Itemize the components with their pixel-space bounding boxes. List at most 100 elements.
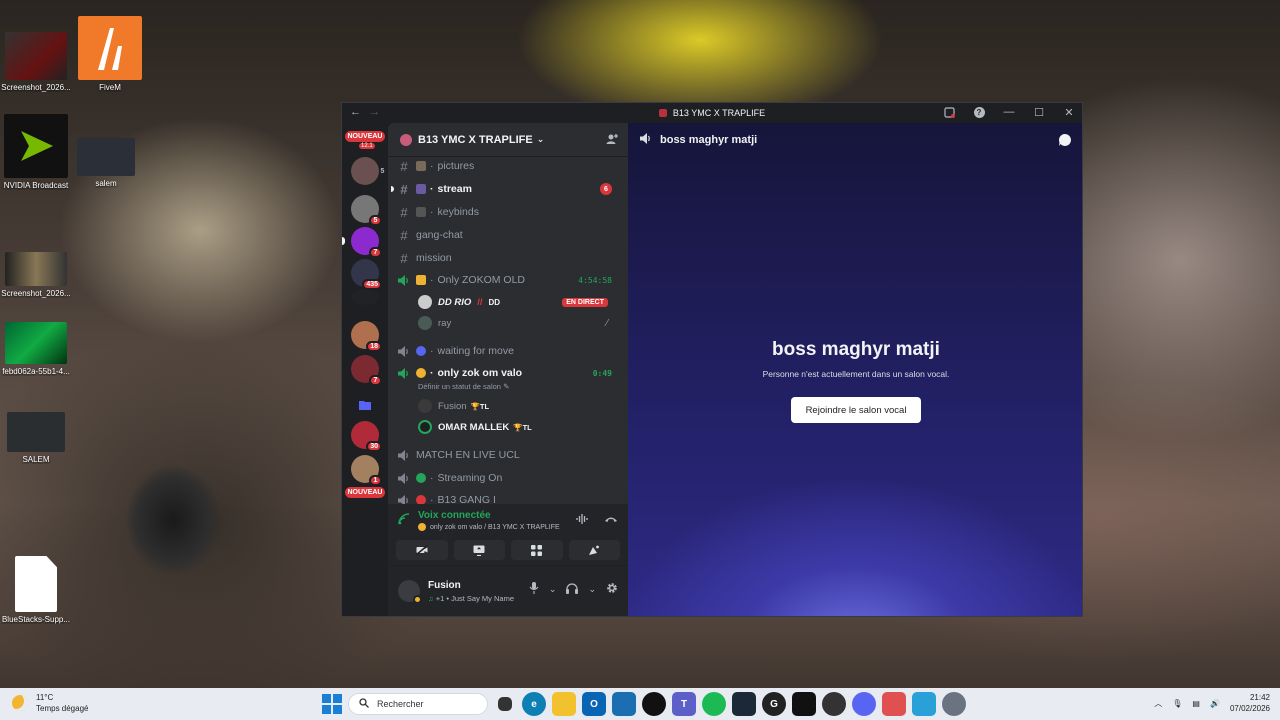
folder-icon[interactable] (351, 391, 379, 419)
new-badge-bottom: NOUVEAU (345, 487, 385, 498)
inbox-icon[interactable] (942, 105, 956, 119)
server-icon-1[interactable]: 5 (351, 157, 384, 185)
volume-icon[interactable]: 🔊 (1210, 699, 1220, 708)
nvidia-broadcast-icon[interactable] (792, 692, 816, 716)
voice-user-ray[interactable]: ray ⁄ (418, 314, 618, 332)
voice-connected-panel: Voix connectée only zok om valo / B13 YM… (388, 504, 628, 566)
voice-user-omar-mallek[interactable]: OMAR MALLEK 🏆TL (418, 418, 618, 436)
user-avatar[interactable] (398, 580, 422, 604)
maximize-button[interactable]: ☐ (1032, 105, 1046, 119)
forward-arrow-icon[interactable]: → (369, 106, 380, 118)
smile-emoji-icon (416, 368, 426, 378)
noise-suppression-icon[interactable] (576, 514, 590, 527)
join-voice-button[interactable]: Rejoindre le salon vocal (791, 397, 921, 423)
server-pill (342, 237, 345, 245)
steam-icon[interactable] (732, 692, 756, 716)
server-icon-9[interactable]: 1 (351, 455, 382, 486)
back-arrow-icon[interactable]: ← (350, 106, 361, 118)
server-icon-6[interactable]: 18 (351, 321, 382, 352)
clock[interactable]: 21:42 07/02/2026 (1230, 692, 1270, 714)
idle-status-indicator (413, 595, 422, 604)
server-icon-2[interactable]: 5 (351, 195, 382, 226)
username: Fusion (428, 580, 461, 591)
server-icon-8[interactable]: 30 (351, 421, 382, 452)
edge-icon[interactable]: e (522, 692, 546, 716)
notepad-icon[interactable] (912, 692, 936, 716)
teams-icon[interactable]: T (672, 692, 696, 716)
desktop-icon-screenshot-2[interactable]: Screenshot_2026... (0, 252, 72, 298)
chevron-down-icon[interactable]: ⌄ (549, 584, 557, 595)
voice-channel-match-en-live-ucl[interactable]: MATCH EN LIVE UCL (396, 445, 620, 465)
soundboard-button[interactable] (568, 540, 620, 560)
blank-file-icon (15, 556, 57, 612)
desktop-icon-bluestacks[interactable]: BlueStacks-Supp... (0, 556, 72, 624)
activities-button[interactable] (511, 540, 563, 560)
github-icon[interactable]: G (762, 692, 786, 716)
desktop-icon-febd062a[interactable]: febd062a-55b1-4... (0, 322, 72, 376)
fivem-icon (78, 16, 142, 80)
chevron-down-icon: ⌄ (536, 134, 545, 144)
outlook-icon[interactable]: O (582, 692, 606, 716)
windows-start-icon[interactable] (322, 694, 342, 714)
screen-share-button[interactable] (453, 540, 505, 560)
voice-status-title[interactable]: Voix connectée (418, 510, 560, 521)
voice-user-dd-rio[interactable]: DD RIO // DD EN DIRECT (418, 293, 618, 311)
taskbar-search[interactable]: Rechercher (348, 693, 488, 715)
desktop-icon-fivem[interactable]: FiveM (74, 16, 146, 92)
title-bar: ← → B13 YMC X TRAPLIFE ? — ☐ ✕ (342, 103, 1082, 123)
obs-icon[interactable] (822, 692, 846, 716)
spotify-icon[interactable] (702, 692, 726, 716)
server-icon-5[interactable] (351, 289, 379, 305)
microphone-icon[interactable] (529, 582, 539, 597)
app-icon[interactable] (882, 692, 906, 716)
voice-channel-waiting-for-move[interactable]: · waiting for move (396, 341, 620, 361)
disconnect-icon[interactable] (604, 514, 618, 527)
desktop-icon-screenshot-1[interactable]: Screenshot_2026... (0, 32, 72, 92)
task-view-icon[interactable] (498, 697, 512, 711)
signal-icon[interactable] (398, 513, 410, 528)
gear-icon[interactable] (606, 582, 618, 597)
server-list: NOUVEAU 12.1 5 5 7 435 18 7 30 1 NOUVEAU (342, 123, 388, 616)
xbox-icon[interactable] (642, 692, 666, 716)
voice-channel-only-zokom-old[interactable]: · Only ZOKOM OLD 4:54:58 (396, 270, 620, 290)
store-icon[interactable] (612, 692, 636, 716)
server-avatar-icon (400, 133, 412, 146)
desktop-icon-nvidia-broadcast[interactable]: NVIDIA Broadcast (0, 114, 72, 190)
channel-keybinds[interactable]: # · keybinds (396, 202, 620, 222)
microphone-icon[interactable]: 🎙 (1172, 699, 1182, 708)
server-header[interactable]: B13 YMC X TRAPLIFE ⌄ (388, 123, 628, 157)
settings-icon[interactable] (942, 692, 966, 716)
chat-bubble-icon[interactable] (1058, 133, 1072, 150)
add-user-icon[interactable] (606, 133, 618, 148)
channel-pictures[interactable]: # · pictures (396, 156, 620, 176)
circle-emoji-icon (416, 346, 426, 356)
weather-widget[interactable]: 11°C Temps dégagé (12, 692, 88, 714)
voice-channel-only-zok-om-valo[interactable]: · only zok om valo 0:49 (396, 363, 620, 383)
avatar (418, 295, 432, 309)
file-explorer-icon[interactable] (552, 692, 576, 716)
server-icon-7[interactable]: 7 (351, 355, 382, 386)
channel-mission[interactable]: # mission (396, 248, 620, 268)
server-icon (658, 109, 667, 117)
headphones-icon[interactable] (566, 582, 579, 597)
chevron-up-icon[interactable]: ︿ (1154, 698, 1162, 709)
taskbar: 11°C Temps dégagé Rechercher e O T G ︿ 🎙… (0, 688, 1280, 720)
voice-user-fusion[interactable]: Fusion 🏆TL (418, 397, 618, 415)
minimize-button[interactable]: — (1002, 105, 1016, 119)
server-icon-3[interactable]: 7 (351, 227, 382, 258)
desktop-icon-salem-folder[interactable]: SALEM (0, 412, 72, 464)
camera-off-button[interactable] (396, 540, 448, 560)
channel-stream[interactable]: # · stream 6 (391, 179, 620, 199)
discord-icon[interactable] (852, 692, 876, 716)
voice-channel-streaming-on[interactable]: · Streaming On (396, 468, 620, 488)
chevron-down-icon[interactable]: ⌄ (588, 584, 596, 595)
network-icon[interactable]: ▤ (1192, 699, 1200, 708)
voice-channel-path[interactable]: only zok om valo / B13 YMC X TRAPLIFE (430, 524, 560, 531)
channel-gang-chat[interactable]: # gang-chat (396, 225, 620, 245)
set-channel-status-link[interactable]: Définir un statut de salon ✎ (418, 382, 509, 391)
server-icon-4[interactable]: 435 (351, 259, 382, 290)
nvidia-broadcast-icon (4, 114, 68, 178)
help-icon[interactable]: ? (972, 105, 986, 119)
desktop-icon-salem[interactable]: salem (70, 138, 142, 188)
close-button[interactable]: ✕ (1062, 105, 1076, 119)
